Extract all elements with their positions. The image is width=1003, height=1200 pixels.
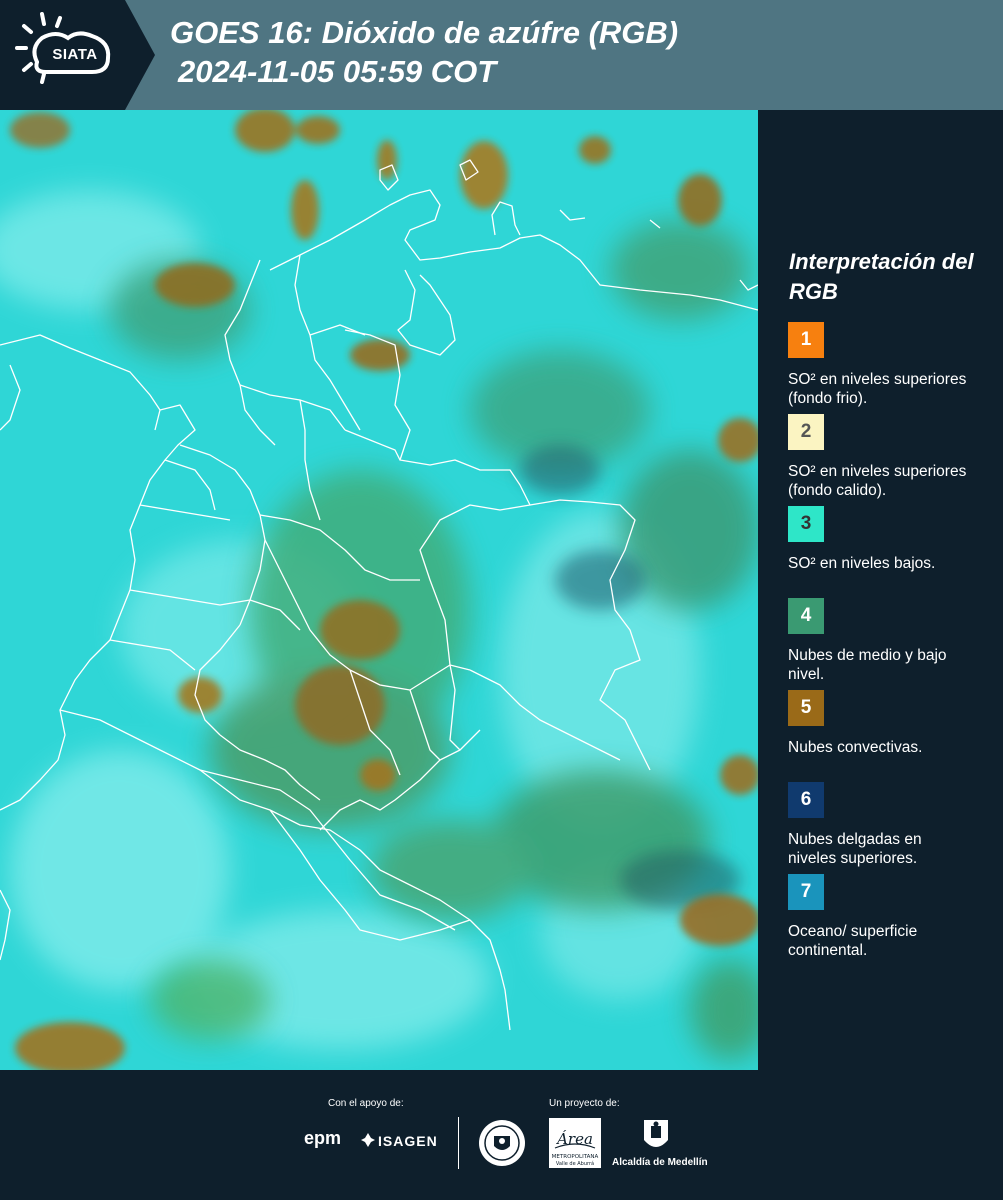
medellin-seal-icon [479,1120,525,1166]
svg-text:Valle de Aburrá: Valle de Aburrá [556,1160,594,1167]
legend-description: SO² en niveles bajos. [788,555,936,572]
legend-swatch: 6 [788,782,824,818]
area-metropolitana-logo: Área METROPOLITANA Valle de Aburrá [549,1118,601,1168]
legend-description: SO² en niveles superiores (fondo calido)… [788,463,967,499]
epm-logo: epm [304,1128,342,1148]
isagen-logo: ISAGEN [378,1133,438,1149]
legend-item-6: 6 Nubes delgadas en niveles superiores. [788,782,998,868]
legend-title: Interpretación del RGB [789,249,974,304]
satellite-map [0,110,758,1070]
svg-text:METROPOLITANA: METROPOLITANA [552,1154,599,1160]
legend-swatch: 4 [788,598,824,634]
footer: Con el apoyo de: Un proyecto de: epm ISA… [0,1070,1003,1200]
legend-swatch: 7 [788,874,824,910]
legend-item-2: 2 SO² en niveles superiores (fondo calido… [788,414,998,500]
header-bar: SIATA GOES 16: Dióxido de azúfre (RGB) 2… [0,0,1003,110]
page-timestamp: 2024-11-05 05:59 COT [178,54,497,89]
legend-description: Nubes de medio y bajo nivel. [788,647,947,683]
legend-item-5: 5 Nubes convectivas. [788,690,998,757]
legend-description: Nubes convectivas. [788,739,923,756]
legend-swatch: 2 [788,414,824,450]
logo-text: SIATA [52,46,98,63]
legend-swatch: 1 [788,322,824,358]
project-label: Un proyecto de: [549,1098,620,1109]
legend-item-3: 3 SO² en niveles bajos. [788,506,998,573]
legend-item-7: 7 Oceano/ superficie continental. [788,874,998,960]
legend-description: Nubes delgadas en niveles superiores. [788,831,922,867]
support-label: Con el apoyo de: [328,1098,404,1109]
legend-item-1: 1 SO² en niveles superiores (fondo frio). [788,322,998,408]
siata-logo: SIATA [0,0,155,110]
page-title: GOES 16: Dióxido de azúfre (RGB) [170,15,679,50]
medellin-label: Alcaldía de Medellín [612,1157,708,1168]
legend-panel: Interpretación del RGB 1 SO² en niveles s… [758,110,1003,1070]
legend-swatch: 5 [788,690,824,726]
legend-swatch: 3 [788,506,824,542]
legend-description: SO² en niveles superiores (fondo frio). [788,371,967,407]
medellin-shield-icon [644,1120,668,1147]
footer-divider [458,1117,459,1169]
legend-description: Oceano/ superficie continental. [788,923,918,959]
isagen-icon [361,1133,375,1147]
legend-item-4: 4 Nubes de medio y bajo nivel. [788,598,998,684]
